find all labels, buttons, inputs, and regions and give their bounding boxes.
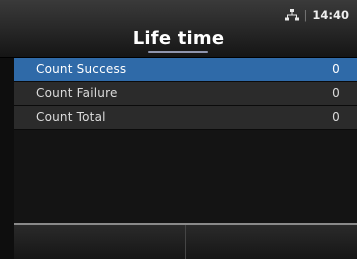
network-icon	[284, 9, 299, 21]
title-bar: Life time | 14:40	[0, 0, 357, 57]
list-item-label: Count Success	[36, 62, 127, 76]
list-item-count-success[interactable]: Count Success 0	[14, 58, 357, 82]
counter-list: Count Success 0 Count Failure 0 Count To…	[14, 58, 357, 130]
list-item-label: Count Total	[36, 110, 106, 124]
page-title: Life time	[132, 28, 225, 49]
list-item-value: 0	[332, 110, 340, 124]
list-item-count-failure[interactable]: Count Failure 0	[14, 82, 357, 106]
status-area: | 14:40	[284, 8, 349, 22]
list-item-value: 0	[332, 86, 340, 100]
softkey-bar	[14, 225, 357, 259]
empty-list-area	[14, 130, 357, 223]
list-item-value: 0	[332, 62, 340, 76]
list-item-label: Count Failure	[36, 86, 118, 100]
softkey-right[interactable]	[186, 225, 357, 259]
list-item-count-total[interactable]: Count Total 0	[14, 106, 357, 130]
softkey-left[interactable]	[14, 225, 186, 259]
time-sep: |	[303, 8, 308, 22]
title-underline	[148, 51, 208, 53]
clock: 14:40	[312, 8, 349, 22]
